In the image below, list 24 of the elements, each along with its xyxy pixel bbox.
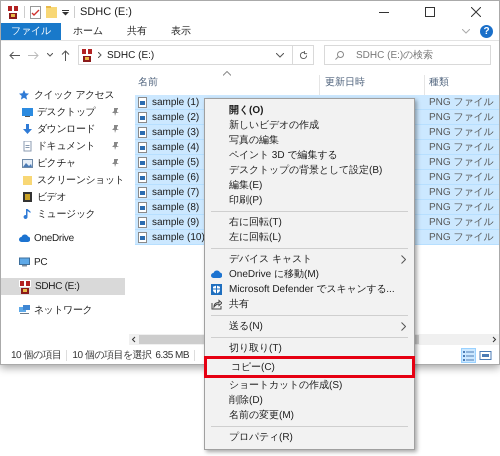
file-type: PNG ファイル bbox=[428, 230, 494, 244]
selection-size: 6.35 MB bbox=[155, 349, 190, 363]
file-name: sample (7) bbox=[152, 186, 200, 200]
file-name: sample (4) bbox=[152, 140, 200, 154]
file-name: sample (2) bbox=[152, 110, 200, 124]
file-name: sample (1) bbox=[152, 96, 200, 110]
file-name: sample (8) bbox=[152, 200, 200, 214]
file-type: PNG ファイル bbox=[428, 110, 494, 124]
window-title: SDHC (E:) bbox=[80, 4, 132, 20]
file-name: sample (5) bbox=[152, 156, 200, 170]
file-type: PNG ファイル bbox=[428, 200, 494, 214]
file-name: sample (6) bbox=[152, 170, 200, 184]
file-type: PNG ファイル bbox=[428, 96, 494, 110]
file-name: sample (3) bbox=[152, 126, 200, 140]
file-type: PNG ファイル bbox=[428, 186, 494, 200]
file-type: PNG ファイル bbox=[428, 126, 494, 140]
item-count: 10 個の項目 bbox=[11, 349, 62, 363]
file-type: PNG ファイル bbox=[428, 156, 494, 170]
file-name: sample (9) bbox=[152, 216, 200, 230]
selection-count: 10 個の項目を選択 bbox=[72, 349, 152, 363]
file-type: PNG ファイル bbox=[428, 140, 494, 154]
file-name: sample (10) bbox=[152, 230, 205, 244]
file-type: PNG ファイル bbox=[428, 170, 494, 184]
file-type: PNG ファイル bbox=[428, 216, 494, 230]
